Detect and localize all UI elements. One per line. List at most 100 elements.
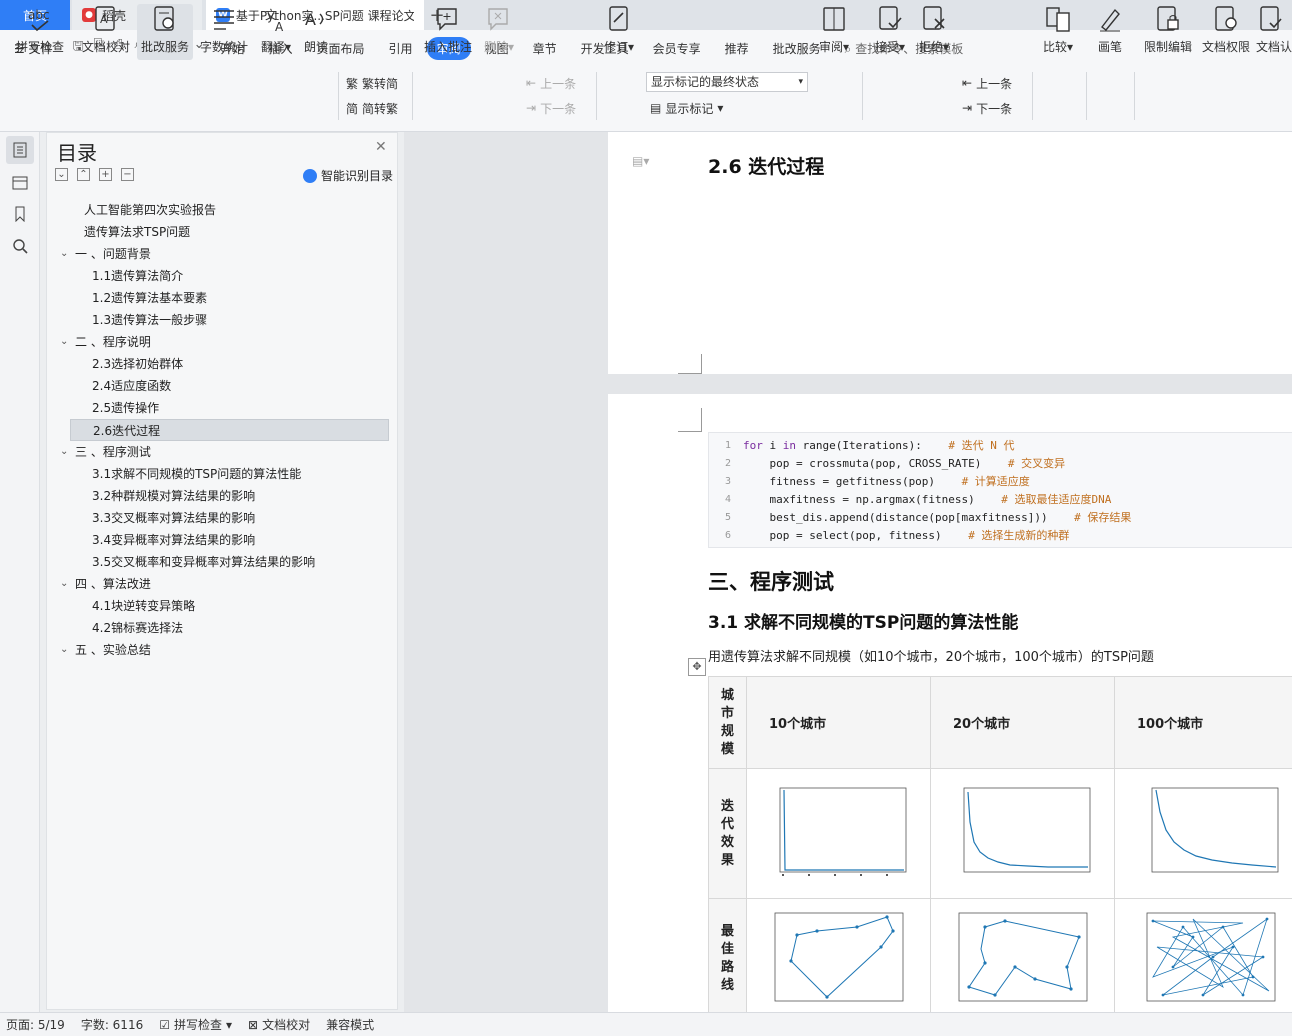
restrict-editing-button[interactable]: 限制编辑: [1140, 4, 1196, 60]
prev-change-button[interactable]: ⇤ 上一条: [962, 72, 1012, 94]
code-line: 3 fitness = getfitness(pop) # 计算适应度: [709, 473, 1292, 491]
delete-comment-button[interactable]: 删除▾: [480, 4, 518, 60]
toc-item-label: 4.2锦标赛选择法: [92, 621, 184, 635]
toc-item[interactable]: ⌄ 五 、实验总结: [47, 639, 397, 661]
toc-item[interactable]: 2.6迭代过程: [70, 419, 389, 441]
toc-item[interactable]: 2.4适应度函数: [47, 375, 397, 397]
chevron-down-icon[interactable]: ⌄: [60, 573, 68, 595]
spell-check-icon: abc: [25, 4, 55, 34]
review-pane-button[interactable]: 审阅▾: [814, 4, 854, 60]
chevron-down-icon[interactable]: ⌄: [60, 441, 68, 463]
read-aloud-button[interactable]: A 朗读: [300, 4, 332, 60]
word-count-indicator[interactable]: 字数: 6116: [81, 1016, 143, 1033]
chevron-down-icon[interactable]: ⌄: [60, 639, 68, 661]
table-row-label-iteration: 迭代效果: [708, 768, 747, 899]
toc-item[interactable]: ⌄ 一 、问题背景: [47, 243, 397, 265]
toc-item[interactable]: ⌄ 三 、程序测试: [47, 441, 397, 463]
word-count-button[interactable]: 字数统计: [196, 4, 252, 60]
toc-panel-icon[interactable]: [6, 136, 34, 164]
proofread-status[interactable]: ⊠ 文档校对: [248, 1016, 310, 1033]
prev-change-icon: ⇤: [962, 76, 973, 90]
insert-comment-label: 插入批注: [423, 40, 472, 54]
next-change-button[interactable]: ⇥ 下一条: [962, 97, 1012, 119]
route-plot-10: [746, 898, 931, 1012]
compare-icon: [1043, 4, 1073, 34]
doc-auth-button[interactable]: 文档认: [1256, 4, 1292, 60]
toc-item[interactable]: 3.2种群规模对算法结果的影响: [47, 485, 397, 507]
convergence-plot-100: [1114, 768, 1292, 899]
show-markup-button[interactable]: ▤ 显示标记 ▾: [650, 97, 723, 119]
translate-label: 翻译▾: [260, 40, 292, 54]
menu-member[interactable]: 会员专享: [653, 40, 701, 57]
expand-all-icon[interactable]: ⌃: [77, 168, 90, 181]
reject-button[interactable]: 拒绝▾: [914, 4, 954, 60]
accept-button[interactable]: 接受▾: [870, 4, 910, 60]
add-level-icon[interactable]: +: [99, 168, 112, 181]
chapter-nav-icon[interactable]: [6, 168, 34, 196]
toc-item[interactable]: 3.1求解不同规模的TSP问题的算法性能: [47, 463, 397, 485]
compare-button[interactable]: 比较▾: [1038, 4, 1078, 60]
menu-recommend[interactable]: 推荐: [725, 40, 749, 57]
markup-state-select[interactable]: 显示标记的最终状态 ▾: [646, 72, 808, 92]
pen-button[interactable]: 画笔: [1092, 4, 1128, 60]
doc-permission-button[interactable]: 文档权限: [1198, 4, 1254, 60]
toc-item[interactable]: 人工智能第四次实验报告: [47, 199, 397, 221]
svg-text:A: A: [305, 10, 316, 29]
collapse-all-icon[interactable]: ⌄: [55, 168, 68, 181]
spell-check-status[interactable]: ☑ 拼写检查 ▾: [159, 1016, 232, 1033]
compare-label: 比较▾: [1042, 40, 1074, 54]
heading-3: 三、程序测试: [708, 570, 834, 594]
remove-level-icon[interactable]: −: [121, 168, 134, 181]
smart-toc-label: 智能识别目录: [321, 169, 394, 183]
chevron-down-icon[interactable]: ⌄: [60, 331, 68, 353]
menu-section[interactable]: 章节: [533, 40, 557, 57]
next-comment-button[interactable]: ⇥ 下一条: [526, 97, 576, 119]
toc-item[interactable]: 1.3遗传算法一般步骤: [47, 309, 397, 331]
convergence-plot-10: [746, 768, 931, 899]
doc-auth-icon: [1256, 4, 1286, 34]
document-page: 1 for i in range(Iterations): # 迭代 N 代2 p…: [608, 394, 1292, 1012]
toc-item[interactable]: 3.5交叉概率和变异概率对算法结果的影响: [47, 551, 397, 573]
chevron-down-icon[interactable]: ⌄: [60, 243, 68, 265]
toc-item[interactable]: 2.5遗传操作: [47, 397, 397, 419]
line-number: 1: [724, 440, 731, 451]
toc-item[interactable]: 3.3交叉概率对算法结果的影响: [47, 507, 397, 529]
close-icon[interactable]: ✕: [375, 139, 387, 155]
toc-item-label: 遗传算法求TSP问题: [84, 225, 191, 239]
toc-item[interactable]: ⌄ 四 、算法改进: [47, 573, 397, 595]
grading-service-button[interactable]: 批改服务: [137, 4, 193, 60]
proofread-icon: A: [91, 4, 121, 34]
insert-comment-button[interactable]: 插入批注: [420, 4, 476, 60]
toc-toolbar: ⌄ ⌃ + −: [55, 168, 134, 181]
toc-item-label: 1.1遗传算法简介: [92, 269, 184, 283]
toc-item[interactable]: 遗传算法求TSP问题: [47, 221, 397, 243]
document-canvas[interactable]: ▤▾ 2.6 迭代过程 1 for i in range(Iterations):…: [404, 132, 1292, 1012]
simplified-to-traditional-button[interactable]: 简简转繁: [346, 97, 398, 119]
traditional-to-simplified-button[interactable]: 繁繁转简: [346, 72, 398, 94]
compat-mode-status: 兼容模式: [326, 1016, 374, 1033]
toc-item[interactable]: 4.2锦标赛选择法: [47, 617, 397, 639]
toc-item[interactable]: 1.1遗传算法简介: [47, 265, 397, 287]
paragraph-handle-icon[interactable]: ▤▾: [632, 154, 649, 168]
prev-comment-button[interactable]: ⇤ 上一条: [526, 72, 576, 94]
grading-label: 批改服务: [140, 40, 189, 54]
toc-item[interactable]: 1.2遗传算法基本要素: [47, 287, 397, 309]
menu-references[interactable]: 引用: [389, 40, 413, 57]
translate-button[interactable]: 文A 翻译▾: [256, 4, 296, 60]
toc-item[interactable]: 4.1块逆转变异策略: [47, 595, 397, 617]
toc-item[interactable]: 3.4变异概率对算法结果的影响: [47, 529, 397, 551]
page-indicator[interactable]: 页面: 5/19: [6, 1016, 65, 1033]
table-move-handle-icon[interactable]: ✥: [688, 658, 706, 676]
bookmark-icon[interactable]: [6, 200, 34, 228]
toc-item[interactable]: 2.3选择初始群体: [47, 353, 397, 375]
spell-check-button[interactable]: abc 拼写检查: [10, 4, 70, 60]
smart-toc-button[interactable]: 智能识别目录: [303, 167, 393, 184]
toc-item[interactable]: ⌄ 二 、程序说明: [47, 331, 397, 353]
comment-add-icon: [433, 4, 463, 34]
toc-item-label: 3.1求解不同规模的TSP问题的算法性能: [92, 467, 302, 481]
doc-proofread-button[interactable]: A 文档校对: [78, 4, 134, 60]
row-label-iteration: 迭代效果: [720, 798, 734, 868]
search-icon[interactable]: [6, 232, 34, 260]
spell-status-label: 拼写检查: [173, 1018, 222, 1032]
track-changes-button[interactable]: 修订▾: [600, 4, 638, 60]
